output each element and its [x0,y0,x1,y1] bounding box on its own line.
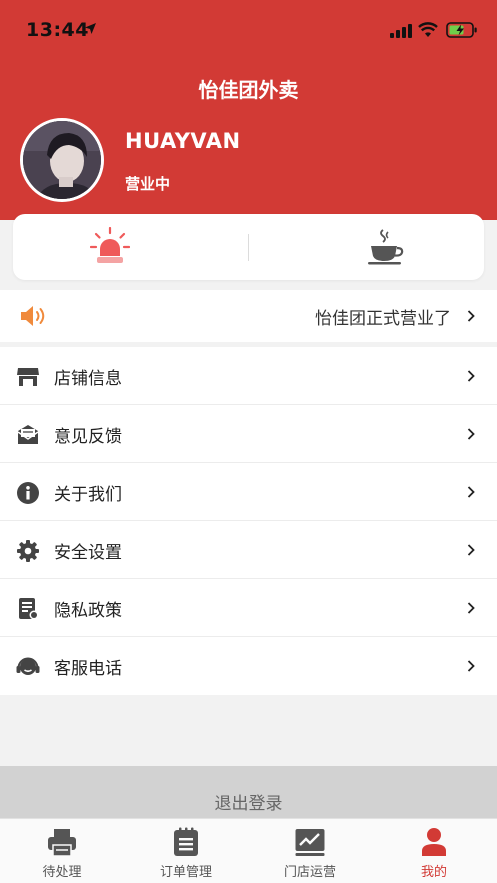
chevron-right-icon [467,310,475,322]
menu-item-about-us[interactable]: 关于我们 [0,463,497,521]
chevron-right-icon [467,486,475,498]
chart-icon [295,829,325,856]
tab-label: 门店运营 [283,865,336,880]
location-arrow-icon [85,23,96,34]
speaker-icon [21,306,45,326]
tab-label: 订单管理 [159,865,212,880]
username: HUAYVAN [125,129,241,153]
menu-item-customer-service[interactable]: 客服电话 [0,637,497,695]
bottom-tab-bar: 待处理 订单管理 门店运营 我的 [0,818,497,883]
menu-item-store-info[interactable]: 店铺信息 [0,347,497,405]
clipboard-icon [174,827,198,856]
tab-order-management[interactable]: 订单管理 [124,819,248,883]
info-icon [17,482,39,504]
logout-label: 退出登录 [214,794,283,814]
signal-icon [390,24,412,38]
alarm-button[interactable] [73,224,147,270]
menu-label: 关于我们 [54,485,122,505]
avatar[interactable] [20,118,104,202]
gear-icon [17,540,39,562]
store-icon [17,368,39,386]
printer-icon [48,829,76,857]
chevron-right-icon [467,602,475,614]
tab-label: 待处理 [42,865,82,880]
tab-store-operations[interactable]: 门店运营 [248,819,372,883]
status-time: 13:44 [26,19,89,41]
menu-label: 隐私政策 [54,601,122,621]
tab-label: 我的 [420,865,447,880]
menu-item-privacy-policy[interactable]: 隐私政策 [0,579,497,637]
wifi-icon [418,22,438,37]
quick-action-card [13,214,484,280]
battery-icon [446,22,477,38]
status-bar: 13:44 [0,0,497,58]
person-icon [422,828,446,856]
headset-icon [16,657,40,675]
coffee-button[interactable] [349,224,423,270]
coffee-cup-icon [368,229,404,265]
card-divider [248,234,249,261]
chevron-right-icon [467,660,475,672]
announcement-bar[interactable]: 怡佳团正式营业了 [0,290,497,342]
menu-label: 店铺信息 [54,369,122,389]
tab-mine[interactable]: 我的 [372,819,496,883]
logout-button[interactable]: 退出登录 [0,766,497,820]
alarm-light-icon [90,227,130,263]
feedback-mail-icon [17,425,39,444]
menu-label: 客服电话 [54,659,122,679]
shop-status: 营业中 [125,175,171,193]
app-title: 怡佳团外卖 [198,78,299,102]
announcement-text: 怡佳团正式营业了 [315,309,451,329]
chevron-right-icon [467,370,475,382]
settings-menu: 店铺信息 意见反馈 关于我们 安全设置 隐私政策 客服电话 [0,347,497,695]
chevron-right-icon [467,544,475,556]
document-icon [19,598,39,620]
menu-item-feedback[interactable]: 意见反馈 [0,405,497,463]
menu-label: 意见反馈 [54,427,122,447]
tab-pending[interactable]: 待处理 [0,819,124,883]
menu-item-security-settings[interactable]: 安全设置 [0,521,497,579]
chevron-right-icon [467,428,475,440]
menu-label: 安全设置 [54,543,122,563]
